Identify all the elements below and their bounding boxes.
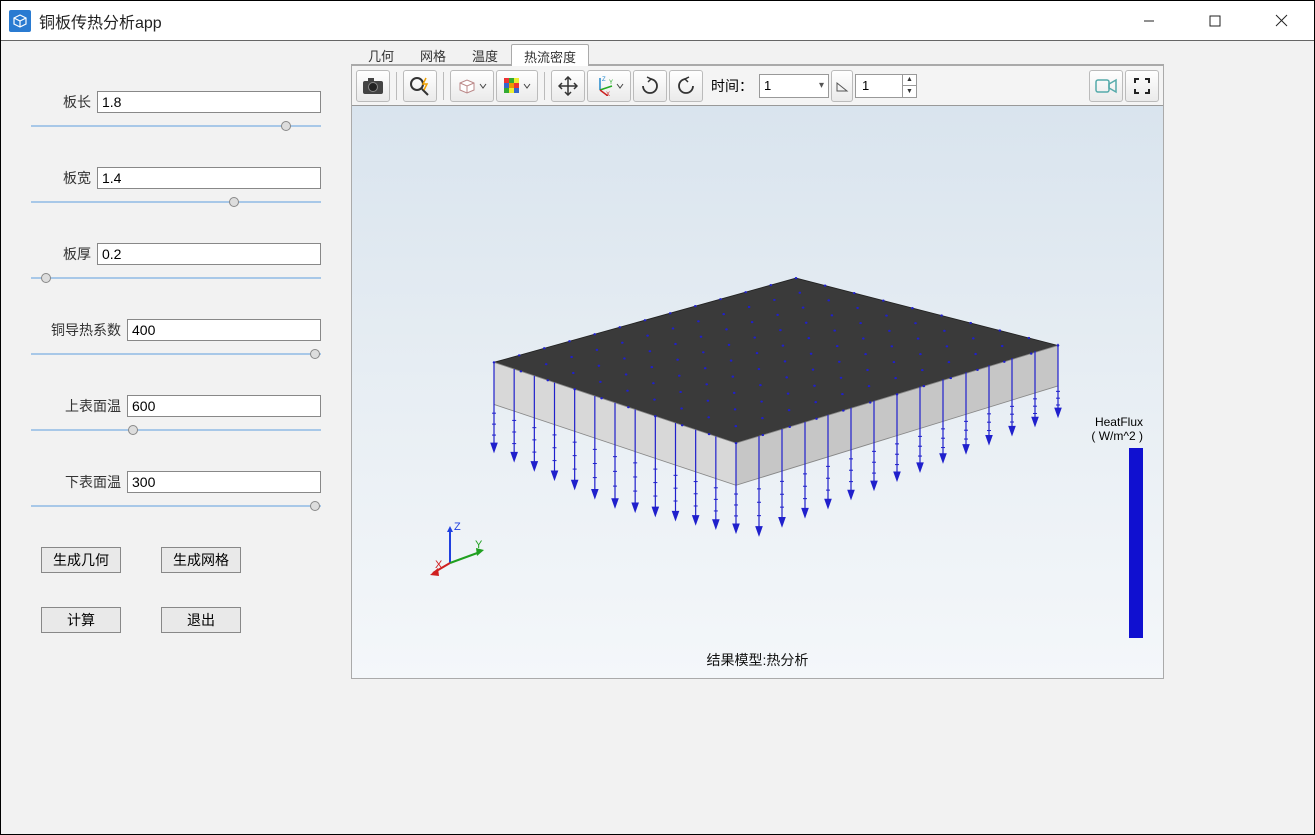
orientation-triad-icon: Z Y X: [430, 518, 490, 578]
move-arrows-icon: [558, 76, 578, 96]
param-conductivity: 铜导热系数: [31, 319, 321, 361]
quick-zoom-button[interactable]: [403, 70, 437, 102]
cube-select-icon: [457, 77, 477, 95]
maximize-button[interactable]: [1182, 1, 1248, 40]
app-title: 铜板传热分析app: [39, 9, 1116, 33]
chevron-down-icon: [523, 82, 531, 90]
tab-geometry[interactable]: 几何: [355, 43, 407, 65]
rotate-ccw-button[interactable]: [669, 70, 703, 102]
svg-text:Y: Y: [475, 539, 483, 551]
rubik-icon: [503, 77, 521, 95]
param-thickness-slider[interactable]: [31, 271, 321, 285]
chevron-down-icon: [479, 82, 487, 90]
angle-icon: [835, 79, 849, 93]
titlebar: 铜板传热分析app: [1, 1, 1314, 41]
param-width-input[interactable]: [97, 167, 321, 189]
spin-up-icon[interactable]: ▲: [902, 75, 916, 86]
param-thickness-label: 板厚: [31, 244, 91, 264]
svg-text:Z: Z: [602, 77, 606, 83]
viewport-3d[interactable]: Z Y X HeatFlux ( W/m^2 ) 6.000e+05 6.000…: [352, 106, 1163, 678]
viewport-footer-label: 结果模型:热分析: [352, 650, 1163, 670]
frame-spinner-value: 1: [862, 78, 902, 93]
viewer-panel: 几何 网格 温度 热流密度: [351, 41, 1314, 834]
result-plate-icon: [436, 236, 1076, 556]
axis-orient-button[interactable]: ZY X: [587, 70, 631, 102]
param-top-temp-slider[interactable]: [31, 423, 321, 437]
chevron-down-icon: [616, 82, 624, 90]
param-width-slider[interactable]: [31, 195, 321, 209]
rotate-ccw-icon: [676, 76, 696, 96]
chevron-down-icon: ▾: [819, 80, 824, 91]
param-conductivity-label: 铜导热系数: [31, 320, 121, 340]
step-icon-button[interactable]: [831, 70, 853, 102]
param-length-label: 板长: [31, 92, 91, 112]
app-icon: [9, 10, 31, 32]
generate-geometry-button[interactable]: 生成几何: [41, 547, 121, 573]
window-controls: [1116, 1, 1314, 40]
param-top-temp-input[interactable]: [127, 395, 321, 417]
param-top-temp-label: 上表面温: [31, 396, 121, 416]
pan-button[interactable]: [551, 70, 585, 102]
camera-record-button[interactable]: [1089, 70, 1123, 102]
app-body: 板长 板宽 板厚: [1, 41, 1314, 834]
video-camera-icon: [1095, 78, 1117, 94]
compute-button[interactable]: 计算: [41, 607, 121, 633]
param-length-slider[interactable]: [31, 119, 321, 133]
time-label: 时间：: [711, 76, 753, 96]
close-button[interactable]: [1248, 1, 1314, 40]
tab-temperature[interactable]: 温度: [459, 43, 511, 65]
param-length-input[interactable]: [97, 91, 321, 113]
viewer-toolbar: ZY X 时间： 1 ▾ 1: [352, 66, 1163, 106]
fullscreen-icon: [1133, 77, 1151, 95]
svg-text:X: X: [606, 92, 610, 96]
tab-mesh[interactable]: 网格: [407, 43, 459, 65]
screenshot-button[interactable]: [356, 70, 390, 102]
param-thickness-input[interactable]: [97, 243, 321, 265]
svg-text:Y: Y: [609, 80, 613, 86]
spin-down-icon[interactable]: ▼: [902, 86, 916, 97]
time-select-value: 1: [764, 78, 771, 93]
rotate-cw-icon: [640, 76, 660, 96]
result-tabs: 几何 网格 温度 热流密度: [351, 43, 1164, 65]
param-width: 板宽: [31, 167, 321, 209]
param-thickness: 板厚: [31, 243, 321, 285]
legend-title-1: HeatFlux: [1095, 415, 1143, 429]
parameters-panel: 板长 板宽 板厚: [1, 41, 351, 834]
time-select[interactable]: 1 ▾: [759, 74, 829, 98]
magnifier-bolt-icon: [409, 76, 431, 96]
fullscreen-button[interactable]: [1125, 70, 1159, 102]
svg-text:Z: Z: [454, 521, 461, 533]
legend-bar: 6.000e+05 6.000e+05 6.000e+05 6.000e+05: [1129, 448, 1143, 638]
rotate-cw-button[interactable]: [633, 70, 667, 102]
generate-mesh-button[interactable]: 生成网格: [161, 547, 241, 573]
selection-mode-button[interactable]: [450, 70, 494, 102]
colormap-button[interactable]: [496, 70, 538, 102]
param-conductivity-slider[interactable]: [31, 347, 321, 361]
param-conductivity-input[interactable]: [127, 319, 321, 341]
param-top-temp: 上表面温: [31, 395, 321, 437]
camera-icon: [362, 77, 384, 95]
param-width-label: 板宽: [31, 168, 91, 188]
param-bot-temp-slider[interactable]: [31, 499, 321, 513]
viewer-shell: ZYX 时间： 1 ▾ 1: [351, 65, 1164, 679]
frame-spinner[interactable]: 1 ▲ ▼: [855, 74, 917, 98]
legend-title-2: ( W/m^2 ): [1091, 429, 1143, 443]
exit-button[interactable]: 退出: [161, 607, 241, 633]
param-bot-temp-input[interactable]: [127, 471, 321, 493]
svg-text:X: X: [435, 559, 443, 571]
param-bot-temp-label: 下表面温: [31, 472, 121, 492]
param-bot-temp: 下表面温: [31, 471, 321, 513]
color-legend: HeatFlux ( W/m^2 ) 6.000e+05 6.000e+05 6…: [1043, 416, 1143, 638]
axis-triad-icon: ZY X: [594, 76, 614, 96]
minimize-button[interactable]: [1116, 1, 1182, 40]
tab-heatflux[interactable]: 热流密度: [511, 44, 589, 66]
param-length: 板长: [31, 91, 321, 133]
